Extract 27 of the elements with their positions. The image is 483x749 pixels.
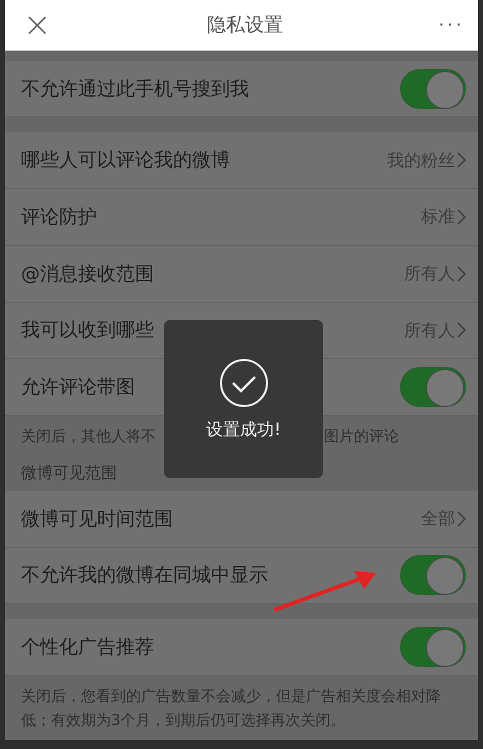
setting-label: 微博可见时间范围: [21, 506, 173, 532]
setting-label: 允许评论带图: [21, 375, 135, 400]
setting-label: 不允许我的微博在同城中显示: [21, 563, 268, 588]
setting-label: @消息接收范围: [21, 262, 154, 287]
toggle-switch[interactable]: [400, 367, 466, 408]
close-button[interactable]: ×: [23, 8, 52, 42]
toast-message: 设置成功!: [206, 418, 281, 440]
chevron-icon: [457, 208, 466, 225]
chevron-icon: [457, 322, 466, 338]
toggle-switch[interactable]: [400, 627, 466, 668]
setting-label: 不允许通过此手机号搜到我: [21, 76, 249, 102]
setting-label: 哪些人可以评论我的微博: [21, 148, 230, 174]
note-text: 图片的评论: [324, 426, 399, 448]
setting-label: 我可以收到哪些: [21, 318, 154, 344]
toggle-switch[interactable]: [400, 555, 466, 596]
more-button[interactable]: ···: [438, 13, 464, 36]
chevron-icon: [457, 152, 466, 168]
setting-label: 个性化广告推荐: [21, 635, 154, 660]
note-text: 关闭后，其他人将不: [21, 426, 156, 448]
check-circle-icon: [218, 358, 268, 408]
chevron-icon: [457, 266, 466, 282]
chevron-icon: [457, 510, 466, 527]
toggle-switch[interactable]: [400, 68, 466, 109]
section-title: 微博可见范围: [20, 462, 118, 484]
note-text: 关闭后，您看到的广告数量不会减少，但是广告相关度会相对降低；有效期为3个月，到期后仍可选择再次关闭。: [21, 686, 442, 731]
setting-label: 评论防护: [21, 204, 97, 230]
page-title: 隐私设置: [206, 12, 283, 38]
